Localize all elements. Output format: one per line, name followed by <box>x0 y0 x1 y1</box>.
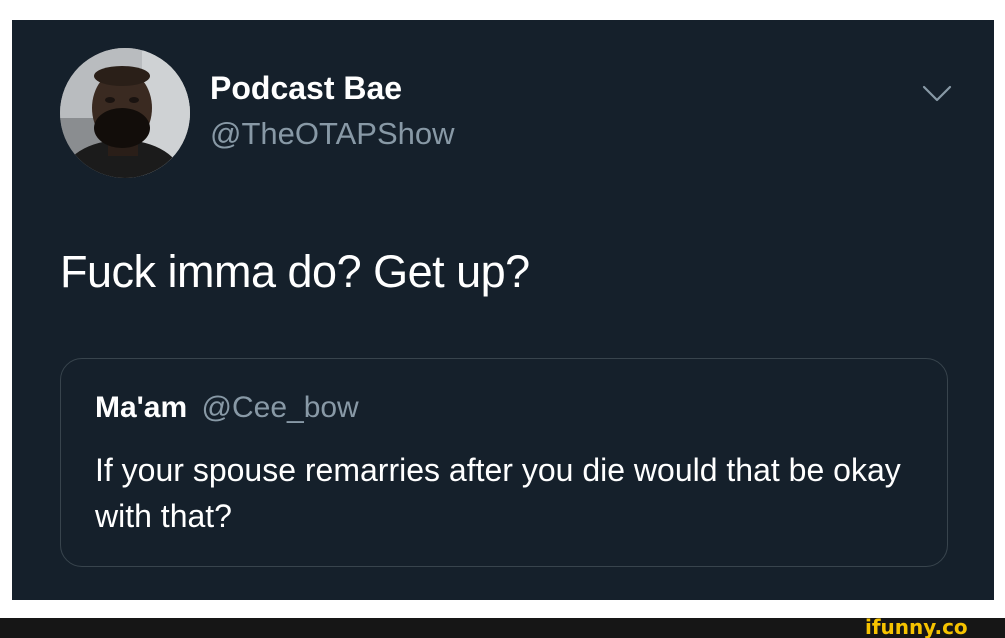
tweet-text: Fuck imma do? Get up? <box>60 246 530 297</box>
quoted-tweet[interactable]: Ma'am @Cee_bow If your spouse remarries … <box>60 358 948 567</box>
ifunny-logo: ifunny.co <box>865 615 991 638</box>
quoted-user-handle: @Cee_bow <box>201 391 359 424</box>
quoted-tweet-text: If your spouse remarries after you die w… <box>95 452 901 534</box>
avatar[interactable] <box>60 48 190 178</box>
screenshot-canvas: Podcast Bae @TheOTAPShow Fuck imma do? G… <box>0 0 1005 638</box>
watermark-bar <box>0 618 1005 638</box>
profile-photo-icon <box>60 48 190 178</box>
svg-text:ifunny.co: ifunny.co <box>865 615 968 638</box>
tweet-card[interactable]: Podcast Bae @TheOTAPShow Fuck imma do? G… <box>12 20 994 600</box>
quoted-tweet-header: Ma'am @Cee_bow <box>95 391 359 425</box>
ifunny-logo-icon: ifunny.co <box>865 615 968 638</box>
chevron-down-icon[interactable] <box>920 80 954 106</box>
display-name[interactable]: Podcast Bae <box>210 70 402 107</box>
user-handle[interactable]: @TheOTAPShow <box>210 116 455 152</box>
quoted-display-name: Ma'am <box>95 391 188 424</box>
